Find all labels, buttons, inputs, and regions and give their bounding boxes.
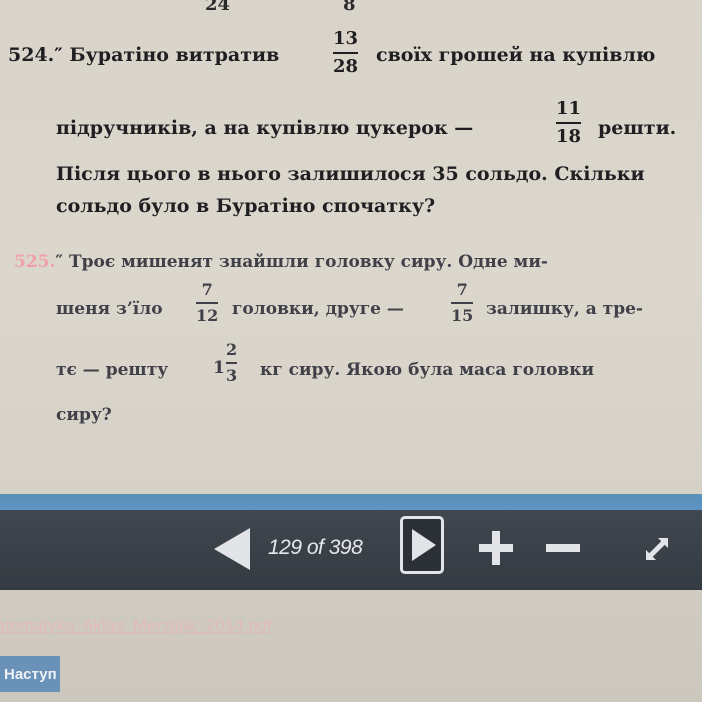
problem-525-line4: сиру? — [56, 405, 112, 425]
problem-524-line1-end: своїх грошей на купівлю — [376, 44, 656, 66]
problem-525-number: 525. — [14, 252, 56, 272]
expand-icon[interactable] — [640, 532, 674, 566]
next-page-button[interactable] — [400, 516, 444, 574]
problem-524-line1: 524.″ Буратіно витратив — [8, 44, 280, 66]
problem-524-number: 524.″ — [8, 44, 63, 66]
pdf-toolbar: 129 of 398 — [0, 510, 702, 590]
problem-524-line2-end: решти. — [598, 117, 677, 139]
problem-524-fraction-13-28: 13 28 — [333, 28, 359, 77]
problem-524-fraction-11-18: 11 18 — [556, 98, 582, 147]
right-arrow-icon — [412, 529, 436, 561]
plus-icon[interactable] — [479, 531, 513, 565]
problem-525-fraction-7-15: 7 15 — [451, 280, 474, 325]
left-arrow-icon[interactable] — [214, 528, 250, 570]
problem-524-line2: підручників, а на купівлю цукерок — — [56, 117, 474, 139]
problem-525-line1: 525.″ Троє мишенят знайшли головку сиру.… — [14, 252, 548, 272]
next-button[interactable]: Наступ — [0, 656, 60, 692]
problem-525-line2: шеня з’їло — [56, 299, 163, 319]
problem-524-line4: сольдо було в Буратіно спочатку? — [56, 195, 436, 217]
top-fragment-right: 8 — [343, 0, 356, 15]
accent-band — [0, 494, 702, 510]
problem-524-line3: Після цього в нього залишилося 35 сольдо… — [56, 163, 645, 185]
pdf-filename-link[interactable]: atematyka_6klas_Merzljak_2014.pdf — [0, 616, 272, 636]
problem-525-line3: тє — решту — [56, 360, 169, 380]
document-page: 24 8 524.″ Буратіно витратив 13 28 своїх… — [0, 0, 702, 494]
problem-525-mixed-fraction: 2 3 — [226, 340, 238, 385]
problem-525-line3-end: кг сиру. Якою була маса головки — [260, 360, 595, 380]
page-counter: 129 of 398 — [268, 536, 363, 559]
problem-525-mixed-whole: 1 — [213, 358, 225, 378]
problem-525-line2-end: залишку, а тре- — [486, 299, 643, 319]
problem-525-line2-mid: головки, друге — — [232, 299, 404, 319]
top-fragment-left: 24 — [205, 0, 231, 15]
minus-icon[interactable] — [546, 544, 580, 552]
bottom-area: atematyka_6klas_Merzljak_2014.pdf Наступ — [0, 590, 702, 702]
problem-525-fraction-7-12: 7 12 — [196, 280, 219, 325]
